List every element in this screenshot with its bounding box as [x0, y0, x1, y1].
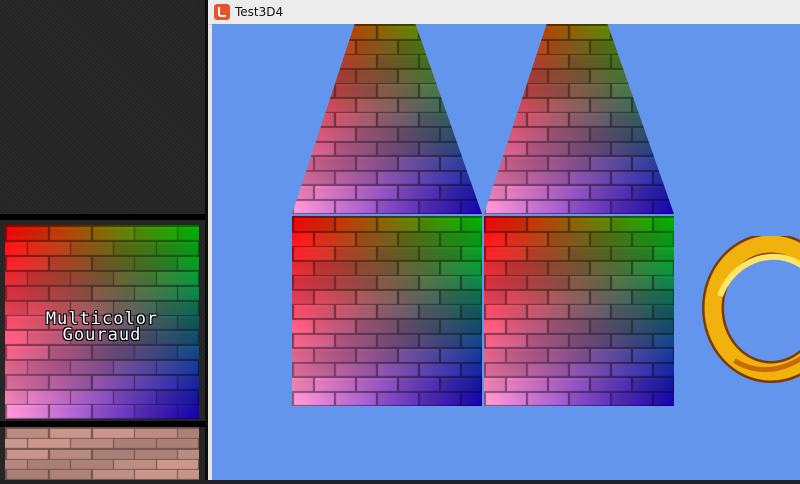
cube-face-right	[484, 216, 674, 406]
panel-divider	[0, 214, 205, 220]
brick-texture-preview	[5, 427, 199, 480]
gouraud-texture-preview: Multicolor Gouraud	[5, 225, 199, 419]
cube-face-right-canvas	[484, 216, 674, 406]
pyramid-top-left	[292, 24, 482, 214]
cube-face-left-canvas	[292, 216, 482, 406]
monogame-icon	[214, 4, 230, 20]
pyramid-top-right	[484, 24, 674, 214]
brick-texture-canvas	[5, 427, 199, 480]
texture-label-line2: Gouraud	[62, 325, 142, 345]
game-window: Test3D4	[208, 0, 800, 480]
window-title: Test3D4	[235, 5, 284, 19]
render-viewport[interactable]	[212, 24, 800, 480]
gold-ring-sprite	[702, 236, 800, 383]
window-titlebar[interactable]: Test3D4	[208, 0, 800, 25]
cube-face-left	[292, 216, 482, 406]
pyramid-top-right-canvas	[484, 24, 674, 214]
pyramid-top-left-canvas	[292, 24, 482, 214]
